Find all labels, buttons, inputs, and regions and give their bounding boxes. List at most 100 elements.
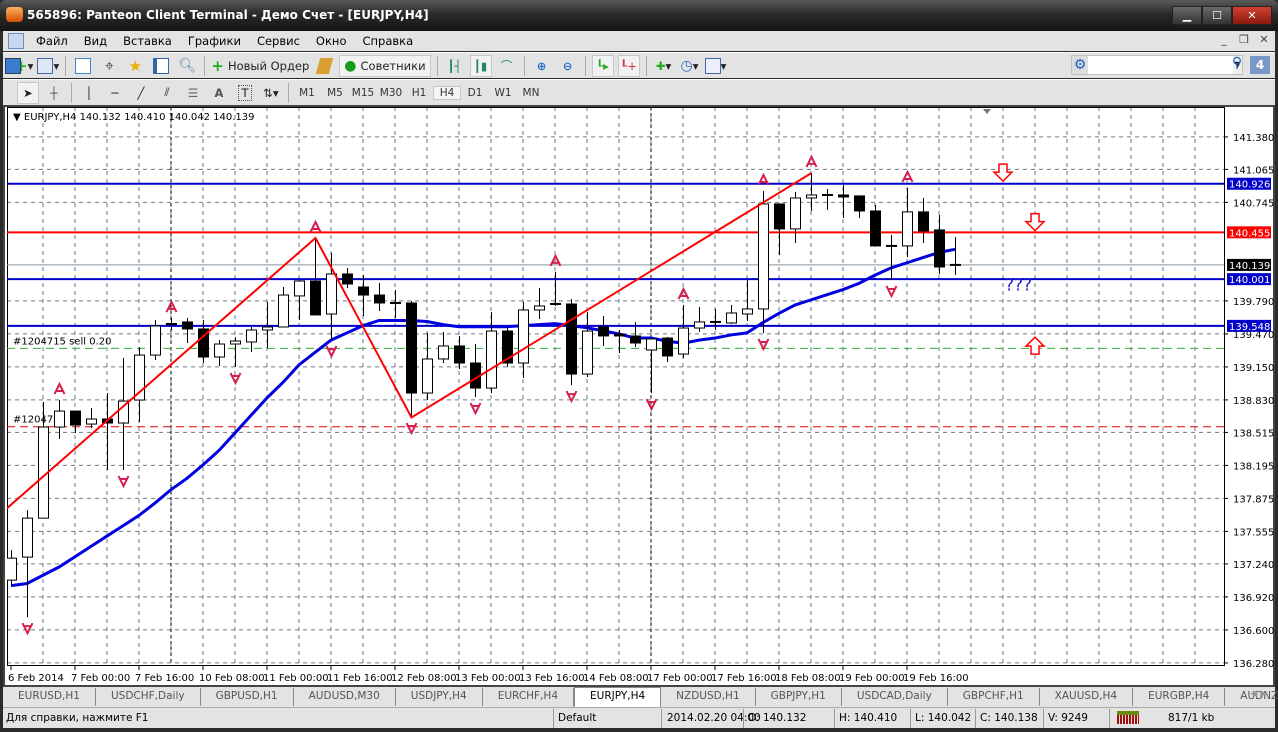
- line-chart-button[interactable]: ⌒: [496, 55, 518, 77]
- timeframe-mn[interactable]: MN: [517, 87, 545, 99]
- zoom-out-button[interactable]: ⊖: [557, 55, 579, 77]
- candle: [486, 311, 497, 394]
- chart-tab[interactable]: EURCHF,H4: [483, 688, 575, 706]
- search-icon[interactable]: ⚲: [1228, 55, 1246, 75]
- new-chart-button[interactable]: + ▾: [5, 55, 33, 77]
- timeframe-h4[interactable]: H4: [433, 85, 461, 100]
- candle: [70, 410, 81, 434]
- tab-scroll-arrows[interactable]: ◀ ▶: [1250, 689, 1267, 699]
- fibonacci-tool[interactable]: ☰: [182, 82, 204, 104]
- notification-badge[interactable]: 4: [1250, 56, 1270, 74]
- chart-shift-marker-icon: [983, 109, 991, 114]
- text-label-tool[interactable]: T: [234, 82, 256, 104]
- clock-icon: ◷: [680, 57, 693, 74]
- horizontal-line-tool[interactable]: ─: [104, 82, 126, 104]
- chart-tab[interactable]: AUDUSD,M30: [294, 688, 396, 706]
- timeframe-h1[interactable]: H1: [405, 87, 433, 99]
- chart-tab[interactable]: GBPCHF,H1: [948, 688, 1040, 706]
- timeframe-m15[interactable]: M15: [349, 87, 377, 99]
- menu-tools[interactable]: Сервис: [249, 34, 308, 48]
- arrows-icon: ⇅▾: [263, 85, 279, 100]
- annotation-text: ???: [1005, 275, 1032, 295]
- chart-tab[interactable]: EURGBP,H4: [1133, 688, 1226, 706]
- equidistant-channel-tool[interactable]: ⫽: [156, 82, 178, 104]
- expert-advisors-button[interactable]: ● Советники: [339, 54, 431, 77]
- metaeditor-button[interactable]: [313, 55, 335, 77]
- timeframe-m30[interactable]: M30: [377, 87, 405, 99]
- timeframe-m1[interactable]: M1: [293, 87, 321, 99]
- mdi-close-button[interactable]: ✕: [1255, 32, 1273, 49]
- chart-tab[interactable]: EURJPY,H4: [574, 687, 662, 707]
- strategy-tester-button[interactable]: 🔍︎: [176, 55, 198, 77]
- menu-charts[interactable]: Графики: [180, 34, 249, 48]
- vertical-line-tool[interactable]: │: [78, 82, 100, 104]
- menu-file[interactable]: Файл: [28, 34, 76, 48]
- cursor-tool[interactable]: ➤: [17, 81, 39, 104]
- maximize-button[interactable]: ☐: [1202, 6, 1232, 25]
- candle: [534, 288, 545, 320]
- timeframe-d1[interactable]: D1: [461, 87, 489, 99]
- navigator-button[interactable]: ★: [124, 55, 146, 77]
- chart-menu-arrow-icon[interactable]: ▼: [13, 112, 24, 123]
- menu-view[interactable]: Вид: [76, 34, 115, 48]
- status-volume: V: 9249: [1048, 712, 1088, 724]
- bar-chart-button[interactable]: ┃┤: [444, 55, 466, 77]
- market-watch-button[interactable]: [72, 55, 94, 77]
- chart-shift-icon: ┖+: [620, 58, 637, 73]
- time-tick-label: 13 Feb 16:00: [519, 673, 585, 684]
- new-order-icon: +: [211, 56, 224, 75]
- mdi-restore-button[interactable]: ❐: [1235, 32, 1253, 49]
- candlestick-chart-button[interactable]: ┃▮: [469, 54, 492, 77]
- gear-icon[interactable]: ⚙: [1072, 56, 1089, 74]
- indicators-button[interactable]: ✚ ▾: [653, 55, 675, 77]
- candle: [118, 358, 129, 471]
- menu-help[interactable]: Справка: [354, 34, 421, 48]
- candle-body: [310, 280, 321, 316]
- time-tick-label: 6 Feb 2014: [8, 673, 64, 684]
- timeframe-m5[interactable]: M5: [321, 87, 349, 99]
- chart-tab[interactable]: GBPUSD,H1: [201, 688, 294, 706]
- timeframe-w1[interactable]: W1: [489, 87, 517, 99]
- menu-window[interactable]: Окно: [308, 34, 355, 48]
- status-profile[interactable]: Default: [558, 712, 596, 724]
- candle: [342, 268, 353, 289]
- new-order-button[interactable]: + Новый Ордер: [211, 55, 309, 77]
- minimize-button[interactable]: ▁: [1172, 6, 1202, 25]
- menu-insert[interactable]: Вставка: [115, 34, 180, 48]
- mdi-minimize-button[interactable]: _: [1215, 32, 1233, 49]
- text-tool[interactable]: A: [208, 82, 230, 104]
- data-window-button[interactable]: ⌖: [98, 55, 120, 77]
- chart-tab[interactable]: EURUSD,H1: [3, 688, 96, 706]
- chart-window[interactable]: #1204715 sell 0.20 #120471??? 141.380 141.0…: [3, 105, 1275, 687]
- fractal-down-icon: [21, 622, 34, 636]
- trendline-tool[interactable]: ╱: [130, 82, 152, 104]
- zoom-in-button[interactable]: ⊕: [531, 55, 553, 77]
- candle-body: [230, 340, 241, 345]
- templates-button[interactable]: ▾: [704, 55, 727, 77]
- chart-tab[interactable]: GBPJPY,H1: [756, 688, 842, 706]
- candle: [934, 214, 945, 274]
- chart-tab[interactable]: USDJPY,H4: [396, 688, 483, 706]
- arrows-tool[interactable]: ⇅▾: [260, 82, 282, 104]
- price-chart[interactable]: #1204715 sell 0.20 #120471??? 141.380 141.0…: [7, 107, 1275, 687]
- menu-bar: Файл Вид Вставка Графики Сервис Окно Спр…: [3, 31, 1275, 51]
- chart-tab[interactable]: XAUUSD,H4: [1040, 688, 1134, 706]
- candle-body: [54, 410, 65, 428]
- chart-shift-button[interactable]: ┖+: [617, 54, 640, 77]
- chart-window-icon[interactable]: [8, 33, 24, 49]
- candle-body: [150, 325, 161, 356]
- chart-tab[interactable]: USDCHF,Daily: [96, 688, 201, 706]
- candle: [598, 315, 609, 346]
- periods-button[interactable]: ◷ ▾: [679, 55, 701, 77]
- auto-scroll-button[interactable]: ┖▸: [591, 54, 614, 77]
- vertical-line-icon: │: [85, 85, 93, 100]
- terminal-button[interactable]: [150, 55, 172, 77]
- search-input[interactable]: [1088, 56, 1234, 74]
- chart-tab[interactable]: NZDUSD,H1: [661, 688, 756, 706]
- profiles-button[interactable]: ▾: [37, 55, 59, 77]
- crosshair-tool[interactable]: ┼: [43, 82, 65, 104]
- chart-tab[interactable]: USDCAD,Daily: [842, 688, 948, 706]
- templates-icon: [704, 57, 721, 74]
- order-label: #1204715 sell 0.20: [13, 336, 111, 347]
- close-button[interactable]: ✕: [1232, 6, 1272, 25]
